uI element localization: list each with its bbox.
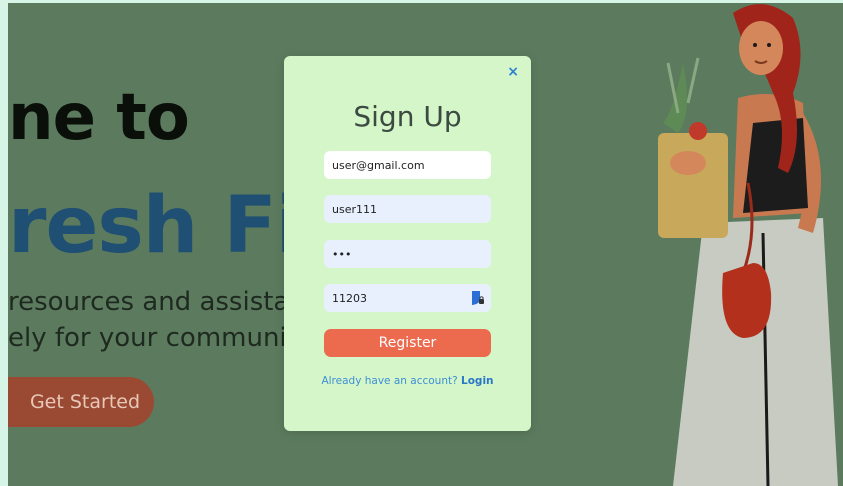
- login-prompt: Already have an account? Login: [284, 375, 531, 387]
- email-field[interactable]: user@gmail.com: [324, 151, 491, 179]
- woman-with-groceries-illustration: [658, 4, 838, 486]
- username-field[interactable]: user111: [324, 195, 491, 223]
- login-link[interactable]: Login: [461, 375, 494, 387]
- password-manager-icon[interactable]: [471, 290, 485, 306]
- close-icon[interactable]: ×: [507, 64, 519, 80]
- hero-heading-line2: resh Fi: [8, 181, 302, 271]
- hero-subtitle-line1: resources and assista: [8, 287, 290, 317]
- get-started-button[interactable]: Get Started: [8, 377, 154, 427]
- signup-modal: × Sign Up user@gmail.com user111 ••• 112…: [284, 56, 531, 431]
- hero-heading-line1: ne to: [8, 81, 190, 155]
- code-field[interactable]: 11203: [324, 284, 491, 312]
- modal-title: Sign Up: [353, 100, 462, 133]
- code-field-value: 11203: [332, 291, 367, 305]
- password-field[interactable]: •••: [324, 240, 491, 268]
- login-prompt-text: Already have an account?: [321, 375, 458, 387]
- register-button[interactable]: Register: [324, 329, 491, 357]
- hero-subtitle-line2: ely for your communi: [8, 323, 287, 353]
